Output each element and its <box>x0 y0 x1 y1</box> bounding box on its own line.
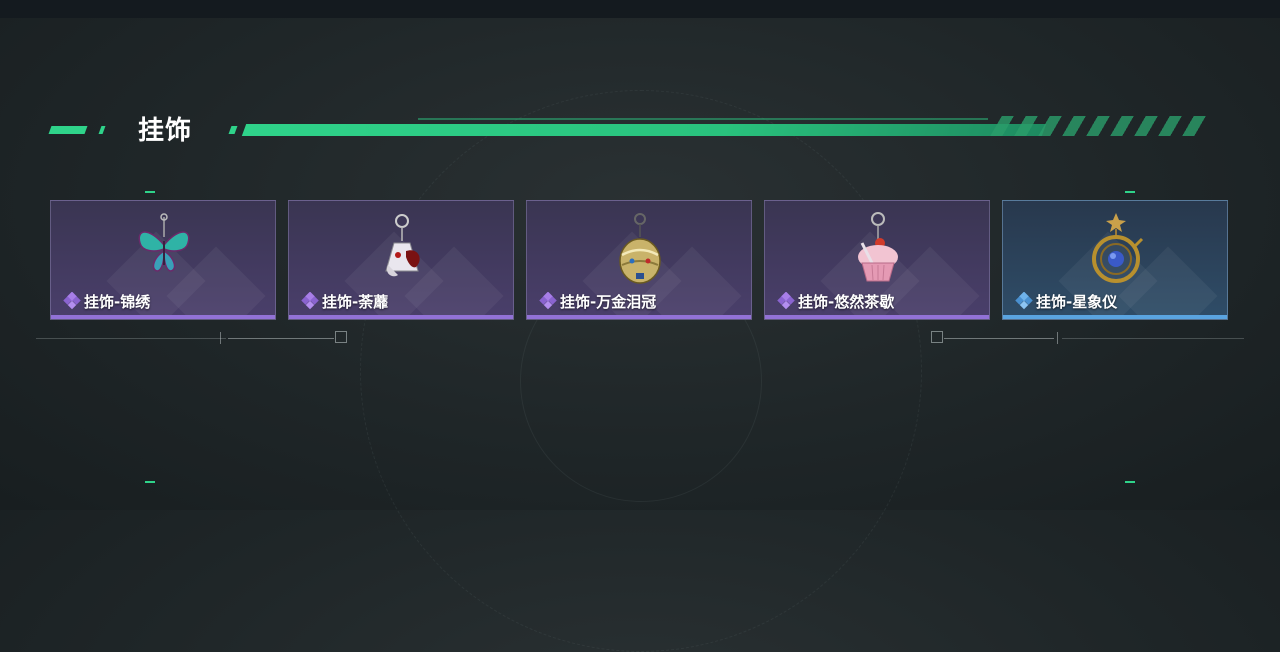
item-name: 挂饰-悠然茶歇 <box>798 293 895 311</box>
item-name: 挂饰-锦绣 <box>84 293 151 311</box>
butterfly-charm-icon <box>138 213 190 272</box>
rarity-diamond-icon <box>777 292 795 310</box>
corner-tick <box>1125 481 1135 483</box>
top-bar <box>0 0 1280 18</box>
header-accent-bar <box>228 126 238 134</box>
jeweled-crown-charm-icon <box>619 213 661 284</box>
header-thin-line <box>418 118 988 120</box>
rarity-diamond-icon <box>301 292 319 310</box>
corner-tick <box>145 191 155 193</box>
cupcake-charm-icon <box>858 212 898 282</box>
header-checker-pattern <box>990 116 1207 136</box>
ruler-square <box>931 331 943 343</box>
divider-line <box>944 338 1054 339</box>
divider-line <box>1062 338 1244 339</box>
item-card[interactable]: 挂饰-荼蘼 <box>288 200 514 320</box>
header-accent-bar <box>48 126 88 134</box>
item-list: 挂饰-锦绣 挂饰-荼蘼 挂饰-万金泪冠 挂饰-悠然茶歇 挂饰-星象仪 <box>50 200 1230 320</box>
corner-tick <box>1125 191 1135 193</box>
item-card[interactable]: 挂饰-锦绣 <box>50 200 276 320</box>
divider-line <box>228 338 334 339</box>
flower-dress-charm-icon <box>385 214 420 277</box>
section-title: 挂饰 <box>138 116 193 146</box>
item-name: 挂饰-荼蘼 <box>322 293 389 311</box>
ruler-mark <box>220 332 221 344</box>
header-accent-bar <box>98 126 106 134</box>
item-card[interactable]: 挂饰-万金泪冠 <box>526 200 752 320</box>
item-card[interactable]: 挂饰-星象仪 <box>1002 200 1228 320</box>
item-name: 挂饰-星象仪 <box>1036 293 1118 311</box>
rarity-diamond-icon <box>1015 292 1033 310</box>
ruler-mark <box>1057 332 1058 344</box>
divider-line <box>36 338 226 339</box>
rarity-bar <box>289 315 513 319</box>
item-card[interactable]: 挂饰-悠然茶歇 <box>764 200 990 320</box>
section-header: 挂饰 <box>48 108 1208 148</box>
item-name: 挂饰-万金泪冠 <box>560 293 657 311</box>
armillary-charm-icon <box>1092 213 1144 283</box>
rarity-bar <box>1003 315 1227 319</box>
corner-tick <box>145 481 155 483</box>
rarity-bar <box>765 315 989 319</box>
rarity-diamond-icon <box>539 292 557 310</box>
rarity-bar <box>51 315 275 319</box>
ruler-square <box>335 331 347 343</box>
rarity-diamond-icon <box>63 292 81 310</box>
rarity-bar <box>527 315 751 319</box>
header-progress-line <box>241 124 1047 136</box>
